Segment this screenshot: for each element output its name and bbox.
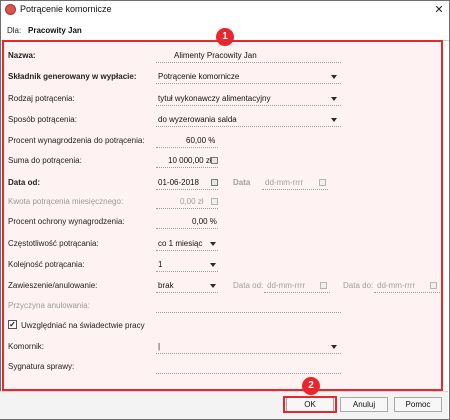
deduction-method-underline — [156, 126, 341, 127]
total-amount-input[interactable]: 10 000,00 zł — [168, 156, 212, 165]
chevron-down-icon[interactable] — [210, 284, 216, 288]
protection-percent-underline — [156, 228, 218, 229]
date-from-underline — [156, 189, 218, 190]
total-amount-label: Suma do potrącenia: — [8, 156, 82, 165]
frequency-select[interactable]: co 1 miesiąc — [158, 239, 202, 248]
suspension-select[interactable]: brak — [158, 281, 174, 290]
deduction-method-select[interactable]: do wyzerowania salda — [158, 115, 237, 124]
chevron-down-icon[interactable] — [210, 263, 216, 267]
suspension-date-to-input[interactable]: dd-mm-rrrr — [377, 281, 415, 290]
case-signature-label: Sygnatura sprawy: — [8, 362, 75, 371]
frequency-label: Częstotliwość potrącania: — [8, 239, 99, 248]
date-to-underline — [262, 189, 328, 190]
order-label: Kolejność potrącania: — [8, 260, 85, 269]
step-badge-2: 2 — [302, 377, 320, 395]
title-bar: Potrącenie komornicze ✕ — [1, 1, 449, 19]
step-badge-1: 1 — [216, 28, 234, 46]
suspension-underline — [156, 292, 218, 293]
suspension-date-to-underline — [374, 292, 440, 293]
monthly-amount-input: 0,00 zł — [180, 197, 204, 206]
app-logo-icon — [5, 4, 16, 15]
bailiff-underline — [156, 353, 341, 354]
chevron-down-icon[interactable] — [331, 345, 337, 349]
order-underline — [156, 271, 218, 272]
chevron-down-icon[interactable] — [331, 97, 337, 101]
date-from-input[interactable]: 01-06-2018 — [158, 178, 199, 187]
deduction-type-underline — [156, 105, 341, 106]
ok-button-highlight — [283, 396, 337, 413]
cancel-button[interactable]: Anuluj — [340, 397, 388, 412]
component-label: Składnik generowany w wypłacie: — [8, 72, 137, 81]
window-title: Potrącenie komornicze — [20, 4, 112, 14]
date-to-label: Data — [233, 178, 251, 187]
deduction-type-label: Rodzaj potrącenia: — [8, 94, 75, 103]
help-button[interactable]: Pomoc — [394, 397, 442, 412]
bailiff-label: Komornik: — [8, 342, 45, 351]
name-input[interactable]: Alimenty Pracowity Jan — [174, 51, 257, 60]
suspension-date-to-label: Data do: — [343, 281, 374, 290]
suspension-label: Zawieszenie/anulowanie: — [8, 281, 98, 290]
salary-percent-input[interactable]: 60,00 % — [186, 136, 215, 145]
deduction-method-label: Sposób potrącenia: — [8, 115, 77, 124]
employee-name: Pracowity Jan — [28, 26, 82, 35]
close-icon[interactable]: ✕ — [429, 1, 449, 19]
calculator-icon — [211, 198, 218, 205]
component-underline — [156, 83, 341, 84]
salary-percent-underline — [156, 147, 218, 148]
calendar-icon[interactable] — [430, 282, 437, 289]
name-label: Nazwa: — [8, 51, 36, 60]
form-highlight — [2, 40, 443, 391]
suspension-date-from-underline — [264, 292, 330, 293]
suspension-date-from-label: Data od: — [233, 281, 264, 290]
deduction-type-select[interactable]: tytuł wykonawczy alimentacyjny — [158, 94, 270, 103]
cancel-reason-label: Przyczyna anulowania: — [8, 301, 90, 310]
date-to-input[interactable]: dd-mm-rrrr — [265, 178, 303, 187]
chevron-down-icon[interactable] — [210, 242, 216, 246]
employee-label: Dla: — [7, 26, 22, 35]
include-certificate-label[interactable]: Uwzględniać na świadectwie pracy — [21, 321, 145, 330]
component-select[interactable]: Potrącenie komornicze — [158, 72, 239, 81]
calendar-icon[interactable] — [320, 282, 327, 289]
protection-percent-label: Procent ochrony wynagrodzenia: — [8, 217, 125, 226]
frequency-underline — [156, 250, 218, 251]
calendar-icon[interactable] — [211, 179, 218, 186]
name-underline — [156, 62, 341, 63]
case-signature-underline — [156, 373, 341, 374]
protection-percent-input[interactable]: 0,00 % — [192, 217, 217, 226]
date-from-label: Data od: — [8, 178, 40, 187]
chevron-down-icon[interactable] — [331, 118, 337, 122]
salary-percent-label: Procent wynagrodzenia do potrącenia: — [8, 136, 145, 145]
suspension-date-from-input[interactable]: dd-mm-rrrr — [267, 281, 305, 290]
order-select[interactable]: 1 — [158, 260, 162, 269]
total-amount-underline — [156, 167, 218, 168]
chevron-down-icon[interactable] — [331, 75, 337, 79]
include-certificate-checkbox[interactable]: ✓ — [8, 320, 17, 329]
monthly-amount-label: Kwota potrącenia miesięcznego: — [8, 197, 124, 206]
calculator-icon[interactable] — [211, 157, 218, 164]
bailiff-select[interactable]: | — [158, 342, 160, 351]
monthly-amount-underline — [156, 208, 218, 209]
cancel-reason-underline — [156, 312, 341, 313]
calendar-icon[interactable] — [319, 179, 326, 186]
